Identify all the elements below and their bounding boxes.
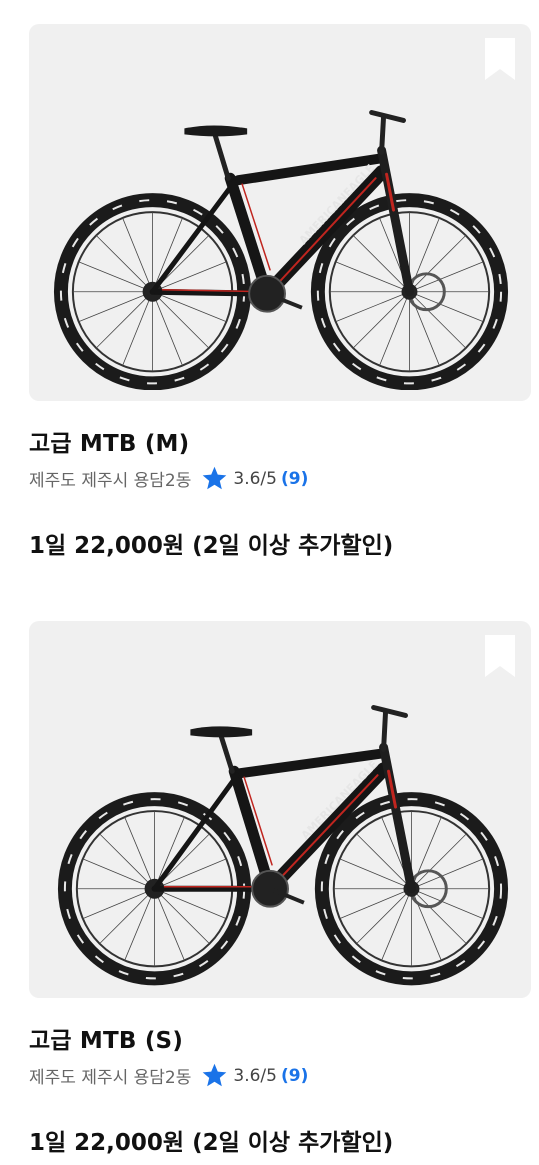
listing-meta: 제주도 제주시 용담2동 3.6/5 (9) <box>29 1062 308 1089</box>
review-count[interactable]: (9) <box>281 469 308 489</box>
listing-price: 1일 22,000원 (2일 이상 추가할인) <box>29 533 394 559</box>
listing-location: 제주도 제주시 용담2동 <box>29 1068 192 1088</box>
listing-title[interactable]: 고급 MTB (M) <box>29 424 189 458</box>
listing-card[interactable]: AMERICANEAGLE 고급 MTB (S) 제주도 제주시 용담2동 3.… <box>29 621 531 1156</box>
listing-title[interactable]: 고급 MTB (S) <box>29 1021 183 1055</box>
star-icon <box>203 466 227 490</box>
rating-value: 3.6/5 <box>233 468 277 489</box>
listing-card[interactable]: AMERICANEAGLE 고급 MTB (M) 제주도 제주시 용담2동 3.… <box>29 24 531 559</box>
rating-value: 3.6/5 <box>233 1065 277 1086</box>
bike-photo: AMERICANEAGLE <box>57 705 509 986</box>
listing-meta: 제주도 제주시 용담2동 3.6/5 (9) <box>29 465 308 492</box>
listing-image[interactable]: AMERICANEAGLE <box>29 621 531 998</box>
star-icon <box>203 1063 227 1087</box>
listing-location: 제주도 제주시 용담2동 <box>29 471 192 491</box>
review-count[interactable]: (9) <box>281 1066 308 1086</box>
bike-photo: AMERICANEAGLE <box>53 110 509 390</box>
listing-price: 1일 22,000원 (2일 이상 추가할인) <box>29 1130 394 1156</box>
listing-image[interactable]: AMERICANEAGLE <box>29 24 531 401</box>
